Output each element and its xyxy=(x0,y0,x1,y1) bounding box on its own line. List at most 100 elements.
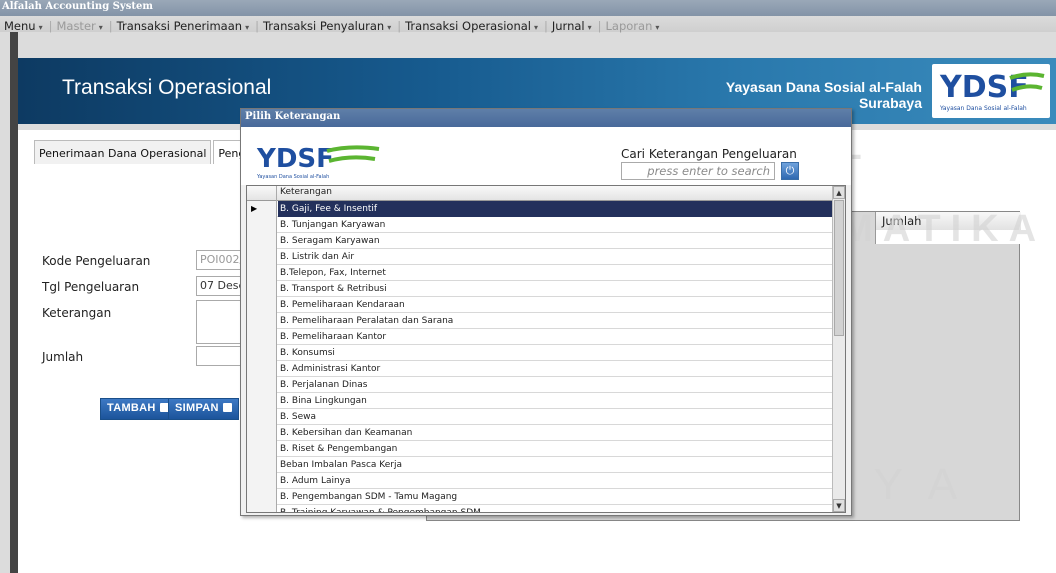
scroll-up-icon[interactable]: ▲ xyxy=(833,186,845,199)
menu-separator: | xyxy=(544,19,548,33)
keterangan-cell: B. Transport & Retribusi xyxy=(280,284,387,294)
row-selector[interactable]: ▶ xyxy=(247,201,277,217)
jumlah-field[interactable] xyxy=(196,346,246,366)
tab-strip: Penerimaan Dana OperasionalPengelua xyxy=(34,140,274,164)
organization-city: Surabaya xyxy=(858,95,922,111)
list-item[interactable]: B. Pengembangan SDM - Tamu Magang xyxy=(247,489,833,505)
keterangan-cell: B. Training Karyawan & Pengembangan SDM xyxy=(280,508,481,513)
row-selector[interactable] xyxy=(247,505,277,512)
row-selector[interactable] xyxy=(247,457,277,473)
tgl-pengeluaran-field[interactable]: 07 Dese xyxy=(196,276,246,296)
row-selector[interactable] xyxy=(247,233,277,249)
power-icon: ⏻ xyxy=(785,164,795,177)
tab-penerimaan-dana-operasional[interactable]: Penerimaan Dana Operasional xyxy=(34,140,212,164)
row-selector[interactable] xyxy=(247,313,277,329)
list-item[interactable]: Beban Imbalan Pasca Kerja xyxy=(247,457,833,473)
list-item[interactable]: B. Adum Lainya xyxy=(247,473,833,489)
list-item[interactable]: B. Administrasi Kantor xyxy=(247,361,833,377)
row-selector[interactable] xyxy=(247,393,277,409)
row-selector[interactable] xyxy=(247,425,277,441)
list-item[interactable]: B. Konsumsi xyxy=(247,345,833,361)
left-frame-border xyxy=(10,32,18,573)
list-item[interactable]: B. Transport & Retribusi xyxy=(247,281,833,297)
row-selector[interactable] xyxy=(247,377,277,393)
list-item[interactable]: B. Tunjangan Karyawan xyxy=(247,217,833,233)
list-item[interactable]: B. Pemeliharaan Kendaraan xyxy=(247,297,833,313)
menu-item-label: Jurnal xyxy=(551,19,585,33)
keterangan-cell: B. Adum Lainya xyxy=(280,476,351,486)
row-selector[interactable] xyxy=(247,265,277,281)
row-selector[interactable] xyxy=(247,249,277,265)
menu-item-label: Menu xyxy=(4,19,36,33)
tambah-button-label: TAMBAH xyxy=(107,402,156,414)
row-selector[interactable] xyxy=(247,345,277,361)
list-item[interactable]: B. Sewa xyxy=(247,409,833,425)
vertical-scrollbar[interactable]: ▲ ▼ xyxy=(832,186,845,512)
keterangan-column-header[interactable]: Keterangan xyxy=(280,187,332,197)
menu-item-jurnal[interactable]: Jurnal ▾ xyxy=(552,19,592,33)
keterangan-list[interactable]: Keterangan ▶ B. Gaji, Fee & Insentif B. Tu… xyxy=(246,185,846,513)
list-item[interactable]: ▶ B. Gaji, Fee & Insentif xyxy=(247,201,833,217)
keterangan-cell: B.Telepon, Fax, Internet xyxy=(280,268,386,278)
row-selector[interactable] xyxy=(247,409,277,425)
row-selector[interactable] xyxy=(247,281,277,297)
search-button[interactable]: ⏻ xyxy=(781,162,799,180)
app-title: Alfalah Accounting System xyxy=(0,0,1056,16)
menu-item-menu[interactable]: Menu ▾ xyxy=(4,19,43,33)
row-selector[interactable] xyxy=(247,297,277,313)
list-item[interactable]: B. Pemeliharaan Kantor xyxy=(247,329,833,345)
kode-pengeluaran-field[interactable]: POI002/ xyxy=(196,250,246,270)
search-input[interactable]: press enter to search xyxy=(621,162,775,180)
jumlah-label: Jumlah xyxy=(42,350,84,364)
row-selector[interactable] xyxy=(247,441,277,457)
keterangan-cell: B. Pemeliharaan Peralatan dan Sarana xyxy=(280,316,454,326)
dialog-logo-subtext: Yayasan Dana Sosial al-Falah xyxy=(256,174,329,180)
menu-separator: | xyxy=(397,19,402,33)
keterangan-field[interactable] xyxy=(196,300,246,344)
list-item[interactable]: B. Training Karyawan & Pengembangan SDM xyxy=(247,505,833,513)
menu-item-transaksi-penyaluran[interactable]: Transaksi Penyaluran ▾ xyxy=(263,19,391,33)
scrollbar-thumb[interactable] xyxy=(834,200,844,336)
row-selector[interactable] xyxy=(247,361,277,377)
row-selector[interactable] xyxy=(247,473,277,489)
list-item[interactable]: B. Seragam Karyawan xyxy=(247,233,833,249)
list-item[interactable]: B. Riset & Pengembangan xyxy=(247,441,833,457)
list-item[interactable]: B. Perjalanan Dinas xyxy=(247,377,833,393)
tgl-pengeluaran-label: Tgl Pengeluaran xyxy=(42,280,140,294)
menu-item-master[interactable]: Master ▾ xyxy=(56,19,102,33)
simpan-button-label: SIMPAN xyxy=(175,402,219,414)
logo-subtext: Yayasan Dana Sosial al-Falah xyxy=(939,105,1027,112)
list-item[interactable]: B. Bina Lingkungan xyxy=(247,393,833,409)
window-titlebar: Alfalah Accounting System Menu ▾ | Master ▾ |… xyxy=(0,0,1056,33)
chevron-down-icon: ▾ xyxy=(655,23,660,32)
menu-item-transaksi-penerimaan[interactable]: Transaksi Penerimaan ▾ xyxy=(117,19,249,33)
row-selector[interactable] xyxy=(247,217,277,233)
chevron-down-icon: ▾ xyxy=(245,23,250,32)
row-selector[interactable] xyxy=(247,329,277,345)
jumlah-column-header[interactable]: Jumlah xyxy=(875,212,1021,230)
detail-grid-row[interactable] xyxy=(875,230,1021,244)
chevron-down-icon: ▾ xyxy=(533,23,538,32)
menu-item-label: Transaksi Operasional xyxy=(405,19,531,33)
keterangan-cell: B. Listrik dan Air xyxy=(280,252,355,262)
page-title: Transaksi Operasional xyxy=(62,76,272,99)
menu-item-laporan[interactable]: Laporan ▾ xyxy=(606,19,660,33)
list-item[interactable]: B. Pemeliharaan Peralatan dan Sarana xyxy=(247,313,833,329)
menu-separator: | xyxy=(255,19,259,33)
menu-item-transaksi-operasional[interactable]: Transaksi Operasional ▾ xyxy=(405,19,538,33)
simpan-button[interactable]: SIMPAN xyxy=(168,398,239,420)
row-selector[interactable] xyxy=(247,489,277,505)
list-item[interactable]: B. Kebersihan dan Keamanan xyxy=(247,425,833,441)
keterangan-cell: B. Perjalanan Dinas xyxy=(280,380,368,390)
list-item[interactable]: B.Telepon, Fax, Internet xyxy=(247,265,833,281)
kode-pengeluaran-label: Kode Pengeluaran xyxy=(42,254,151,268)
menu-separator: | xyxy=(597,19,602,33)
keterangan-cell: B. Administrasi Kantor xyxy=(280,364,381,374)
list-item[interactable]: B. Listrik dan Air xyxy=(247,249,833,265)
ydsf-logo-small: YDSF Yayasan Dana Sosial al-Falah xyxy=(256,144,380,180)
tambah-button[interactable]: TAMBAH xyxy=(100,398,176,420)
scroll-down-icon[interactable]: ▼ xyxy=(833,499,845,512)
ydsf-logo: YDSF Yayasan Dana Sosial al-Falah xyxy=(932,64,1050,118)
menu-item-label: Transaksi Penyaluran xyxy=(262,19,385,33)
menu-item-label: Master xyxy=(56,19,96,33)
